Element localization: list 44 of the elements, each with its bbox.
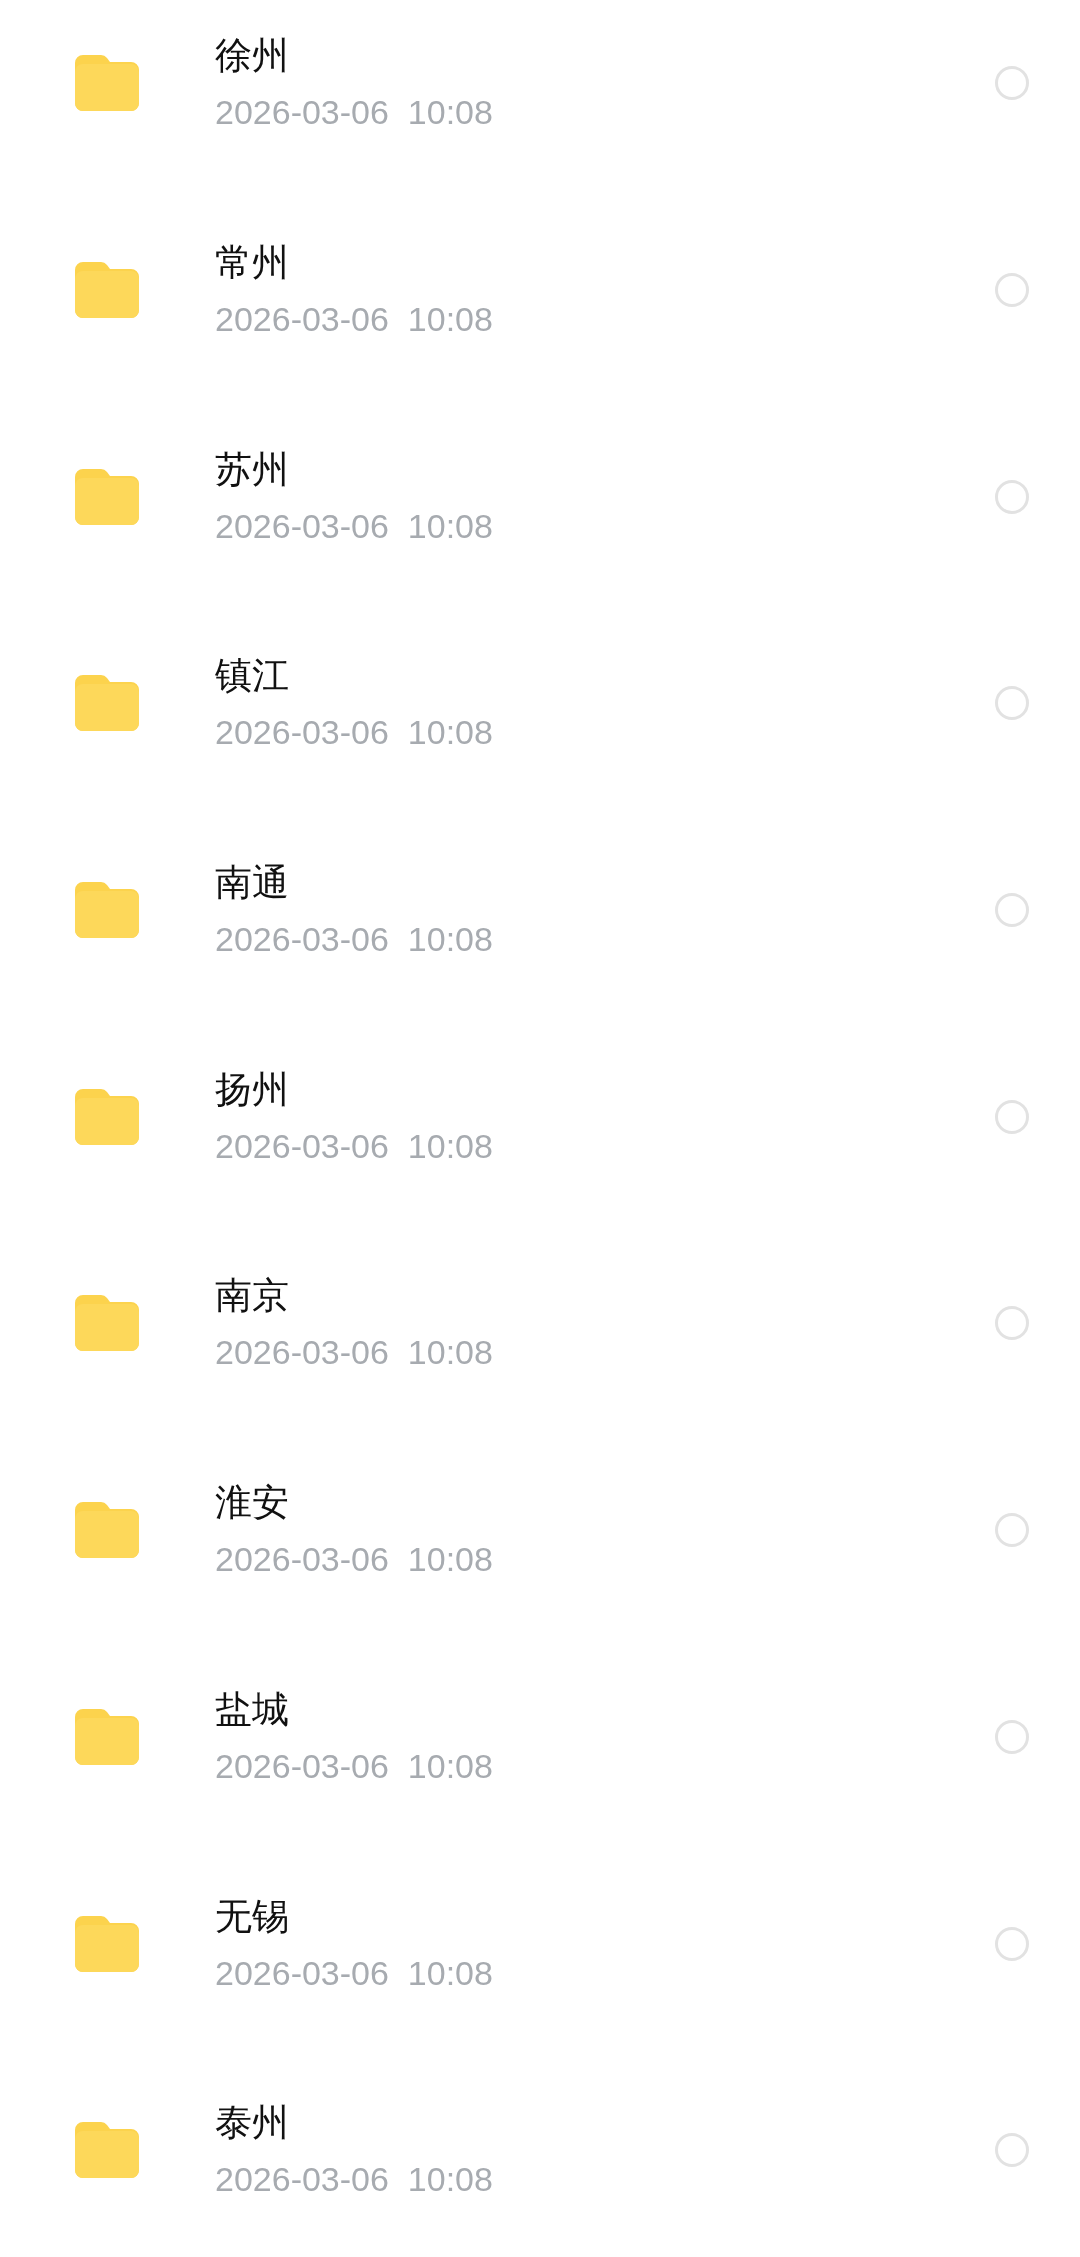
folder-icon xyxy=(75,262,139,319)
modified-date: 2026-03-06 10:08 xyxy=(215,299,494,341)
modified-date: 2026-03-06 10:08 xyxy=(215,712,494,754)
select-radio[interactable] xyxy=(995,2133,1029,2168)
folder-name: 常州 xyxy=(215,240,290,287)
select-radio[interactable] xyxy=(995,66,1029,101)
folder-name: 南通 xyxy=(215,860,290,907)
modified-date: 2026-03-06 10:08 xyxy=(215,1745,494,1787)
folder-name: 淮安 xyxy=(215,1480,290,1527)
select-radio[interactable] xyxy=(995,1926,1029,1961)
folder-name: 泰州 xyxy=(215,2100,290,2147)
modified-date: 2026-03-06 10:08 xyxy=(215,2159,494,2201)
folder-name: 扬州 xyxy=(215,1066,290,1113)
folder-icon xyxy=(75,1708,139,1765)
modified-date: 2026-03-06 10:08 xyxy=(215,1952,494,1994)
folder-name: 苏州 xyxy=(215,446,290,493)
select-radio[interactable] xyxy=(995,1306,1029,1341)
select-radio[interactable] xyxy=(995,273,1029,308)
select-radio[interactable] xyxy=(995,479,1029,514)
folder-icon xyxy=(75,882,139,939)
modified-date: 2026-03-06 10:08 xyxy=(215,1539,494,1581)
folder-icon xyxy=(75,1915,139,1972)
folder-name: 南京 xyxy=(215,1273,290,1320)
folder-icon xyxy=(75,1088,139,1145)
folder-name: 盐城 xyxy=(215,1686,290,1733)
folder-name: 镇江 xyxy=(215,653,290,700)
modified-date: 2026-03-06 10:08 xyxy=(215,1125,494,1167)
select-radio[interactable] xyxy=(995,1719,1029,1754)
folder-name: 徐州 xyxy=(215,33,290,80)
folder-icon xyxy=(75,1502,139,1559)
folder-icon xyxy=(75,2122,139,2179)
folder-icon xyxy=(75,468,139,525)
select-radio[interactable] xyxy=(995,893,1029,928)
modified-date: 2026-03-06 10:08 xyxy=(215,1332,494,1374)
folder-icon xyxy=(75,1295,139,1352)
modified-date: 2026-03-06 10:08 xyxy=(215,505,494,547)
modified-date: 2026-03-06 10:08 xyxy=(215,92,494,134)
folder-icon xyxy=(75,675,139,732)
modified-date: 2026-03-06 10:08 xyxy=(215,919,494,961)
select-radio[interactable] xyxy=(995,686,1029,721)
select-radio[interactable] xyxy=(995,1099,1029,1134)
folder-icon xyxy=(75,55,139,112)
select-radio[interactable] xyxy=(995,1513,1029,1548)
folder-name: 无锡 xyxy=(215,1893,290,1940)
